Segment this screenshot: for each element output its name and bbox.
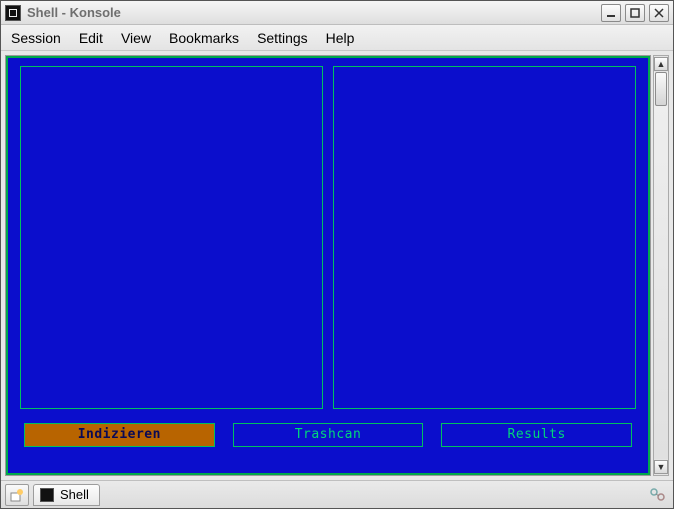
client-area: Indizieren Trashcan Results ▲ ▼: [1, 51, 673, 480]
scroll-down-arrow-icon[interactable]: ▼: [654, 460, 668, 474]
new-session-button[interactable]: [5, 484, 29, 506]
activity-indicator-icon[interactable]: [647, 485, 669, 505]
menu-edit[interactable]: Edit: [79, 30, 103, 46]
bottom-tab-bar: Shell: [1, 480, 673, 508]
tab-label: Shell: [60, 487, 89, 502]
tui-button-indizieren[interactable]: Indizieren: [24, 423, 215, 447]
window-buttons: [601, 4, 669, 22]
maximize-button[interactable]: [625, 4, 645, 22]
window-title: Shell - Konsole: [27, 5, 601, 20]
application-window: Shell - Konsole Session Edit View Bookma…: [0, 0, 674, 509]
terminal-icon: [40, 488, 54, 502]
menu-bookmarks[interactable]: Bookmarks: [169, 30, 239, 46]
tui-root: Indizieren Trashcan Results: [6, 56, 650, 475]
tui-button-trashcan[interactable]: Trashcan: [233, 423, 424, 447]
close-button[interactable]: [649, 4, 669, 22]
scroll-track[interactable]: [654, 72, 668, 459]
terminal[interactable]: Indizieren Trashcan Results: [5, 55, 651, 476]
tui-left-panel[interactable]: [20, 66, 323, 409]
tui-right-panel[interactable]: [333, 66, 636, 409]
menu-help[interactable]: Help: [326, 30, 355, 46]
minimize-button[interactable]: [601, 4, 621, 22]
tui-panels: [20, 66, 636, 409]
titlebar: Shell - Konsole: [1, 1, 673, 25]
session-tab-shell[interactable]: Shell: [33, 484, 100, 506]
app-icon: [5, 5, 21, 21]
tui-button-row: Indizieren Trashcan Results: [20, 423, 636, 447]
tui-button-results[interactable]: Results: [441, 423, 632, 447]
menu-session[interactable]: Session: [11, 30, 61, 46]
menu-view[interactable]: View: [121, 30, 151, 46]
scrollbar-vertical[interactable]: ▲ ▼: [653, 55, 669, 476]
scroll-thumb[interactable]: [655, 72, 667, 106]
scroll-up-arrow-icon[interactable]: ▲: [654, 57, 668, 71]
menu-settings[interactable]: Settings: [257, 30, 308, 46]
menubar: Session Edit View Bookmarks Settings Hel…: [1, 25, 673, 51]
